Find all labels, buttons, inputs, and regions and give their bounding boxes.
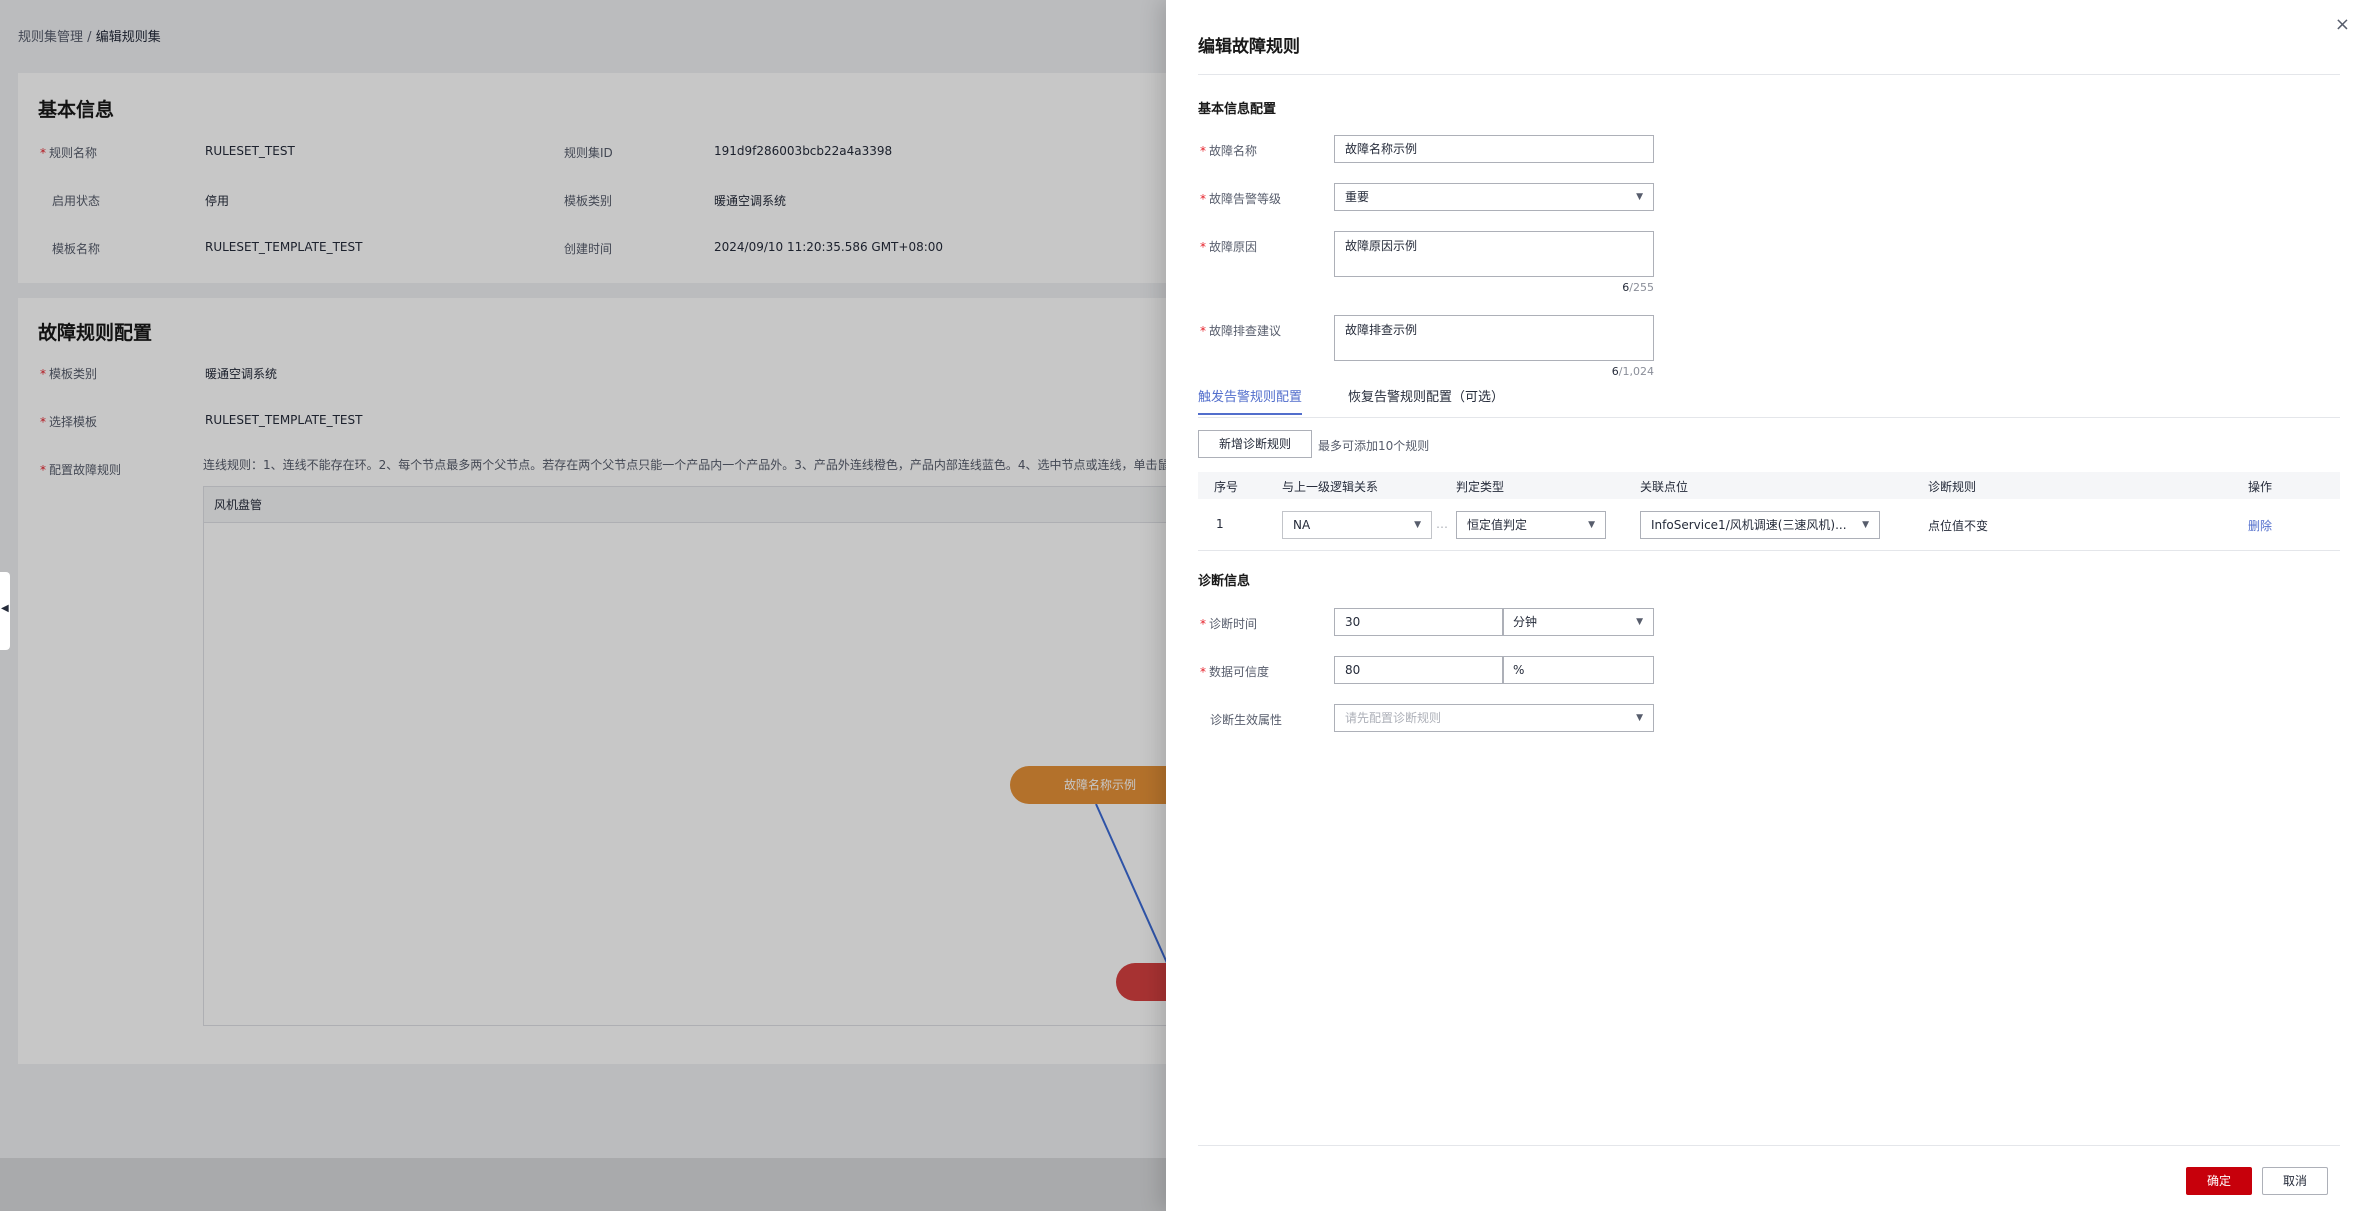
- fault-name-input[interactable]: 故障名称示例: [1334, 135, 1654, 163]
- tab-recover-alarm[interactable]: 恢复告警规则配置（可选）: [1348, 386, 1504, 413]
- edit-fault-rule-drawer: 编辑故障规则 × 基本信息配置 * 故障名称 故障名称示例 * 故障告警等级 重要 ▼…: [1166, 0, 2362, 1211]
- basic-config-section-title: 基本信息配置: [1198, 102, 1277, 117]
- confidence-label: * 数据可信度: [1200, 665, 1270, 679]
- diag-time-label: * 诊断时间: [1200, 617, 1258, 631]
- confidence-input[interactable]: 80: [1334, 656, 1504, 684]
- footer-divider: [1198, 1145, 2340, 1146]
- table-row: 1 NA ▼ … 恒定值判定 ▼ InfoService1/风机调速(三速风机)..…: [1198, 499, 2340, 551]
- alarm-level-label: * 故障告警等级: [1200, 192, 1282, 206]
- fault-cause-label: * 故障原因: [1200, 240, 1258, 254]
- diagnosis-rule-table: 序号 与上一级逻辑关系 判定类型 关联点位 诊断规则 操作 1 NA ▼ … 恒定…: [1198, 472, 2340, 551]
- diag-time-input[interactable]: 30: [1334, 608, 1504, 636]
- add-rule-hint: 最多可添加10个规则: [1318, 439, 1430, 453]
- cause-char-counter: 6/255: [1622, 281, 1654, 294]
- add-diagnosis-rule-button[interactable]: 新增诊断规则: [1198, 430, 1312, 458]
- table-header: 序号 与上一级逻辑关系 判定类型 关联点位 诊断规则 操作: [1198, 472, 2340, 499]
- effective-attr-select[interactable]: 请先配置诊断规则 ▼: [1334, 704, 1654, 732]
- effective-attr-label: 诊断生效属性: [1210, 713, 1283, 727]
- chevron-left-icon: ◀: [1, 603, 9, 614]
- confirm-button[interactable]: 确定: [2186, 1167, 2252, 1195]
- fault-name-label: * 故障名称: [1200, 144, 1258, 158]
- judge-type-select[interactable]: 恒定值判定 ▼: [1456, 511, 1606, 539]
- chevron-down-icon: ▼: [1636, 192, 1643, 202]
- delete-link[interactable]: 删除: [2248, 517, 2272, 534]
- tab-trigger-alarm[interactable]: 触发告警规则配置: [1198, 386, 1303, 415]
- diagnosis-rule-value: 点位值不变: [1928, 519, 1989, 533]
- diagnosis-section-title: 诊断信息: [1198, 574, 1251, 589]
- fault-cause-textarea[interactable]: 故障原因示例: [1334, 231, 1654, 277]
- rule-tabs: 触发告警规则配置 恢复告警规则配置（可选）: [1198, 386, 2340, 418]
- cancel-button[interactable]: 取消: [2262, 1167, 2328, 1195]
- related-point-select[interactable]: InfoService1/风机调速(三速风机)... ▼: [1640, 511, 1880, 539]
- confidence-unit: %: [1502, 656, 1654, 684]
- troubleshoot-textarea[interactable]: 故障排查示例: [1334, 315, 1654, 361]
- collapse-handle[interactable]: ◀: [0, 572, 10, 650]
- advice-char-counter: 6/1,024: [1611, 365, 1654, 378]
- chevron-down-icon: ▼: [1862, 520, 1869, 530]
- close-icon[interactable]: ×: [2335, 14, 2350, 35]
- chevron-down-icon: ▼: [1636, 617, 1643, 627]
- chevron-down-icon: ▼: [1588, 520, 1595, 530]
- title-divider: [1198, 74, 2340, 75]
- drawer-title: 编辑故障规则: [1198, 37, 1300, 57]
- logic-relation-select[interactable]: NA ▼: [1282, 511, 1432, 539]
- ellipsis-icon: …: [1436, 517, 1448, 531]
- chevron-down-icon: ▼: [1636, 713, 1643, 723]
- alarm-level-select[interactable]: 重要 ▼: [1334, 183, 1654, 211]
- diag-time-unit-select[interactable]: 分钟 ▼: [1502, 608, 1654, 636]
- troubleshoot-label: * 故障排查建议: [1200, 324, 1282, 338]
- chevron-down-icon: ▼: [1414, 520, 1421, 530]
